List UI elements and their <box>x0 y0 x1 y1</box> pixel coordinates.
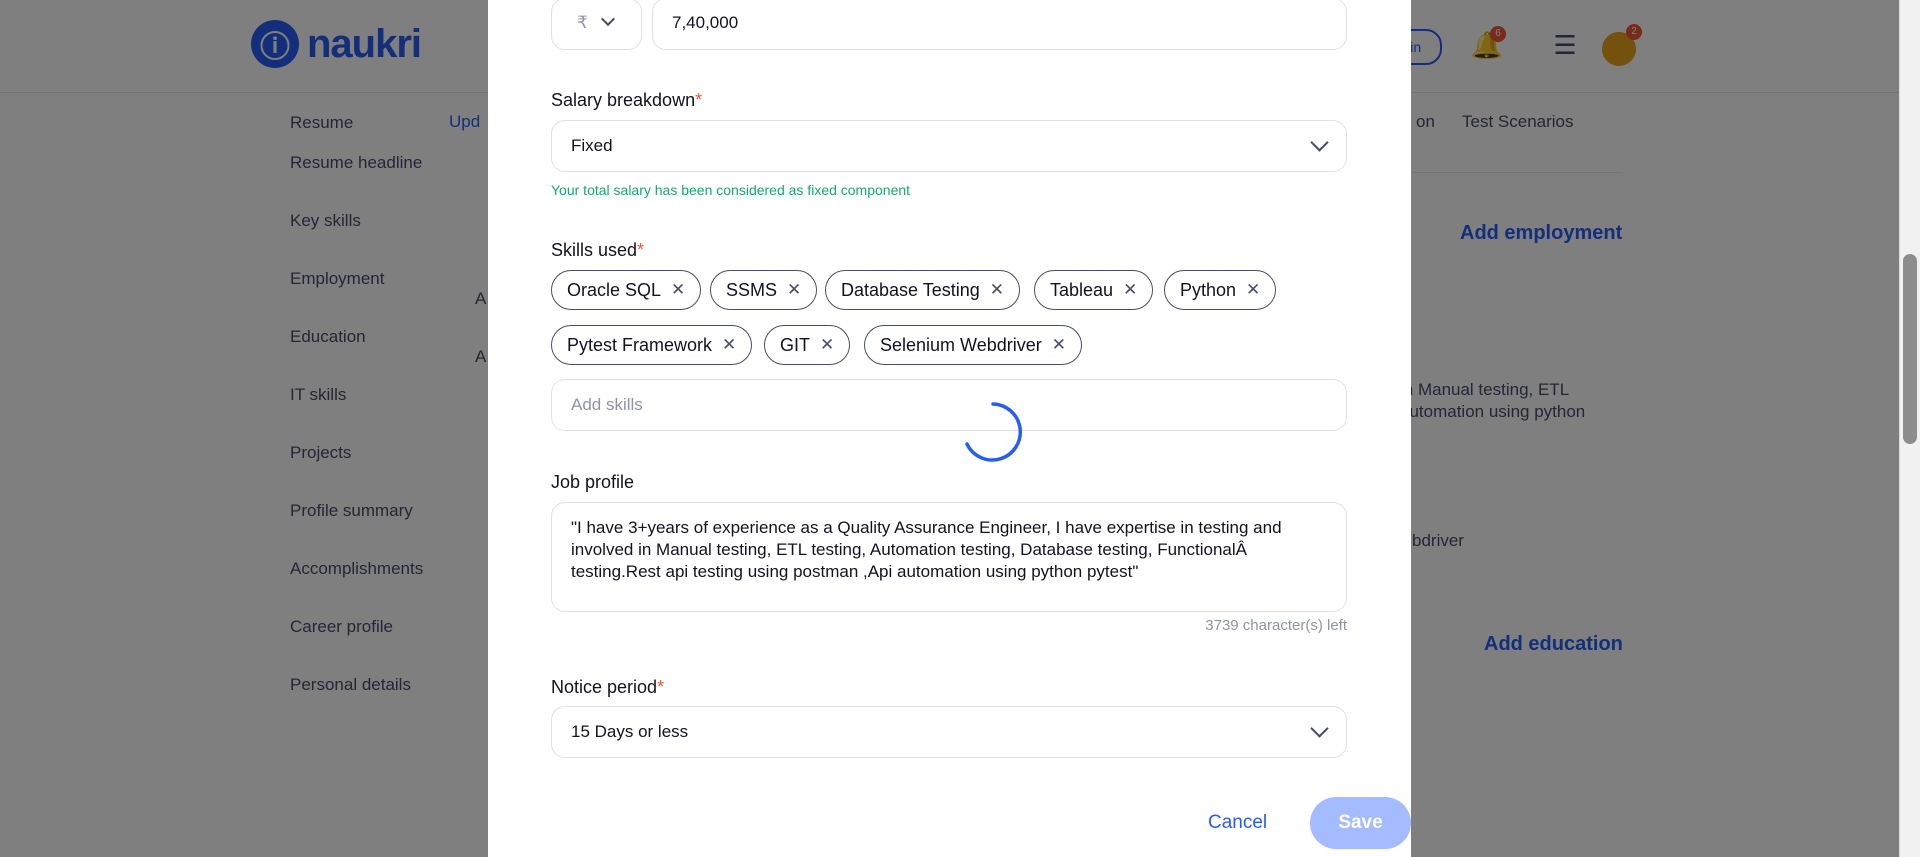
add-skills-placeholder: Add skills <box>571 395 643 414</box>
skill-chip-label: GIT <box>780 334 810 355</box>
close-icon[interactable]: ✕ <box>1123 280 1137 300</box>
currency-select[interactable]: ₹ <box>551 0 642 50</box>
loading-spinner-icon <box>965 402 1023 462</box>
skill-chip-label: Python <box>1180 279 1237 300</box>
skill-chip: Tableau ✕ <box>1034 270 1154 310</box>
close-icon[interactable]: ✕ <box>671 280 685 300</box>
skill-chip: Selenium Webdriver ✕ <box>864 325 1082 365</box>
skill-chip-label: Oracle SQL <box>567 279 662 300</box>
salary-breakdown-select[interactable]: Fixed <box>551 120 1347 172</box>
salary-hint: Your total salary has been considered as… <box>551 182 911 198</box>
skills-used-label: Skills used* <box>551 240 645 260</box>
skill-chip: Pytest Framework ✕ <box>551 325 753 365</box>
chevron-down-icon <box>1310 133 1329 152</box>
skill-chip: SSMS ✕ <box>710 270 818 310</box>
skill-chip-label: Database Testing <box>841 279 980 300</box>
character-counter: 3739 character(s) left <box>1205 617 1347 634</box>
close-icon[interactable]: ✕ <box>787 280 801 300</box>
skill-chip-label: SSMS <box>726 279 778 300</box>
notice-period-select[interactable]: 15 Days or less <box>551 706 1347 758</box>
salary-input[interactable]: 7,40,000 <box>652 0 1347 50</box>
close-icon[interactable]: ✕ <box>722 335 736 355</box>
skill-chip: Database Testing ✕ <box>825 270 1021 310</box>
job-profile-label: Job profile <box>551 472 635 492</box>
modal-content: ₹ 7,40,000 Salary breakdown* Fixed Your … <box>551 0 1411 857</box>
chevron-down-icon <box>600 11 616 27</box>
skill-chip-label: Selenium Webdriver <box>880 334 1042 355</box>
salary-breakdown-label: Salary breakdown* <box>551 90 703 110</box>
close-icon[interactable]: ✕ <box>990 280 1004 300</box>
close-icon[interactable]: ✕ <box>1246 280 1260 300</box>
close-icon[interactable]: ✕ <box>1052 335 1066 355</box>
skill-chip: Oracle SQL ✕ <box>551 270 702 310</box>
page-scrollbar[interactable] <box>1899 0 1920 857</box>
skill-chip-label: Tableau <box>1050 279 1114 300</box>
skill-chip: Python ✕ <box>1164 270 1277 310</box>
skill-chip-label: Pytest Framework <box>567 334 713 355</box>
notice-period-label: Notice period* <box>551 677 665 697</box>
currency-symbol: ₹ <box>577 13 588 32</box>
skill-chip: GIT ✕ <box>764 325 851 365</box>
save-button[interactable]: Save <box>1310 797 1411 849</box>
cancel-button[interactable]: Cancel <box>1208 812 1267 834</box>
job-profile-textarea[interactable]: "I have 3+years of experience as a Quali… <box>551 502 1347 612</box>
salary-breakdown-value: Fixed <box>571 136 613 155</box>
scrollbar-thumb[interactable] <box>1903 254 1917 444</box>
edit-employment-modal: ₹ 7,40,000 Salary breakdown* Fixed Your … <box>488 0 1411 857</box>
close-icon[interactable]: ✕ <box>820 335 834 355</box>
salary-value: 7,40,000 <box>672 13 739 32</box>
notice-period-value: 15 Days or less <box>571 722 689 741</box>
add-skills-input[interactable]: Add skills <box>551 379 1347 431</box>
chevron-down-icon <box>1310 719 1329 738</box>
